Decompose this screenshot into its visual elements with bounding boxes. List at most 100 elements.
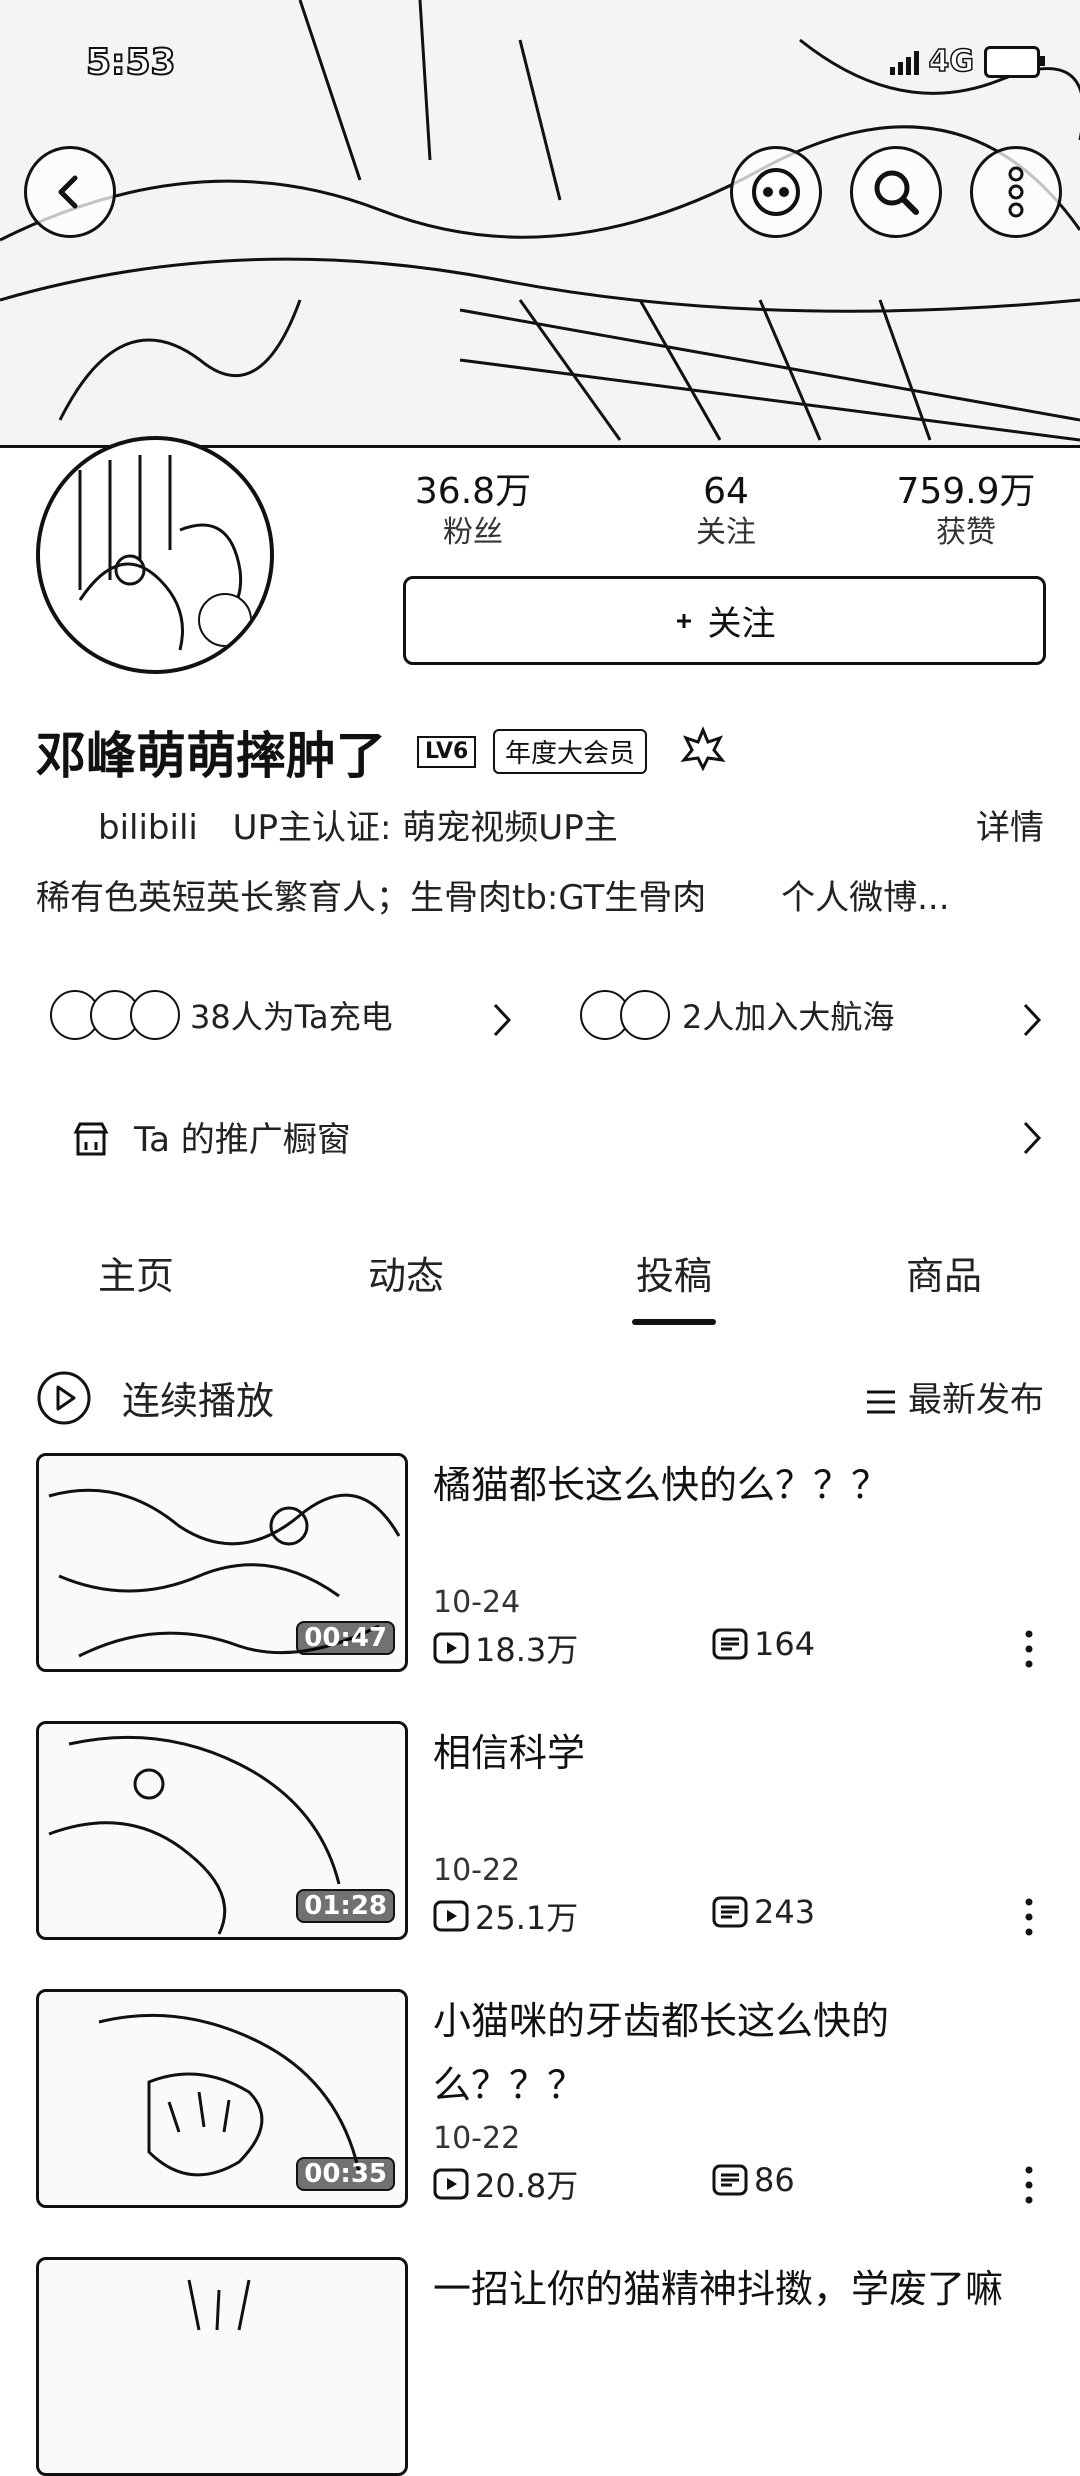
danmaku-value: 243 xyxy=(754,1893,816,1931)
play-count-value: 25.1万 xyxy=(475,1899,579,1937)
charge-text: 38人为Ta充电 xyxy=(190,998,393,1036)
fleet-avatars xyxy=(580,990,670,1040)
cert-source: bilibili xyxy=(98,808,198,848)
stat-followers[interactable]: 36.8万 粉丝 xyxy=(383,470,563,552)
stat-value: 36.8万 xyxy=(414,471,532,512)
plus-icon xyxy=(676,613,691,628)
chevron-right-icon xyxy=(1023,1003,1042,1037)
list-sort-icon xyxy=(867,1390,896,1413)
certification-row: bilibili UP主认证: 萌宠视频UP主 详情 xyxy=(36,800,1044,850)
danmaku-icon xyxy=(712,1628,748,1660)
charge-entry[interactable]: 38人为Ta充电 xyxy=(50,990,393,1040)
search-button[interactable] xyxy=(850,146,942,238)
stat-label: 获赞 xyxy=(936,515,996,550)
danmaku-value: 164 xyxy=(754,1625,816,1663)
stat-value: 64 xyxy=(703,471,749,512)
signal-icon xyxy=(889,49,919,75)
stat-likes[interactable]: 759.9万 获赞 xyxy=(876,470,1056,552)
video-item[interactable]: 00:35 小猫咪的牙齿都长这么快的么？？？ 10-22 20.8万 86 xyxy=(36,1989,1044,2208)
video-danmaku-count: 243 xyxy=(712,1893,815,1931)
bio-text: 稀有色英短英长繁育人；生骨肉tb:GT生骨肉 xyxy=(36,878,707,918)
tab-goods[interactable]: 商品 xyxy=(844,1245,1044,1300)
video-thumbnail[interactable] xyxy=(36,2257,408,2476)
tab-uploads[interactable]: 投稿 xyxy=(574,1245,774,1300)
status-bar-right: 4G xyxy=(889,43,1045,80)
video-date: 10-22 xyxy=(433,2121,521,2156)
follow-button[interactable]: 关注 xyxy=(403,576,1046,665)
danmaku-icon xyxy=(712,1896,748,1928)
status-time: 5:53 xyxy=(85,41,177,84)
level-badge: LV6 xyxy=(417,736,477,768)
video-title[interactable]: 一招让你的猫精神抖擞，学废了嘛 xyxy=(433,2257,1080,2321)
video-date: 10-22 xyxy=(433,1853,521,1888)
video-title[interactable]: 小猫咪的牙齿都长这么快的么？？？ xyxy=(433,1989,1033,2117)
fleet-entry[interactable]: 2人加入大航海 xyxy=(580,990,894,1040)
certification: bilibili UP主认证: 萌宠视频UP主 xyxy=(36,800,618,849)
network-type: 4G xyxy=(928,43,975,80)
search-icon xyxy=(874,170,919,215)
shop-icon xyxy=(73,1122,109,1156)
support-row: 38人为Ta充电 2人加入大航海 xyxy=(36,990,1044,1050)
video-thumbnail[interactable]: 00:47 xyxy=(36,1453,408,1672)
detail-link[interactable]: 详情 xyxy=(976,800,1044,849)
battery-icon xyxy=(984,45,1045,78)
play-count-icon xyxy=(433,2168,469,2200)
tab-home[interactable]: 主页 xyxy=(36,1245,236,1300)
medal-icon[interactable] xyxy=(680,726,726,772)
stat-label: 关注 xyxy=(696,515,756,550)
profile-banner: 5:53 4G xyxy=(0,0,1080,448)
more-vertical-icon[interactable] xyxy=(1024,2165,1034,2205)
video-item[interactable]: 一招让你的猫精神抖擞，学废了嘛 xyxy=(36,2257,1044,2476)
danmaku-icon xyxy=(712,2164,748,2196)
fleet-text: 2人加入大航海 xyxy=(682,998,895,1036)
chevron-right-icon xyxy=(493,1003,512,1037)
avatar-image xyxy=(78,455,252,651)
face-button[interactable] xyxy=(730,146,822,238)
video-danmaku-count: 164 xyxy=(712,1625,815,1663)
play-count-icon xyxy=(433,1632,469,1664)
video-play-count: 20.8万 xyxy=(433,2161,578,2207)
avatar[interactable] xyxy=(36,436,274,674)
active-tab-indicator xyxy=(632,1319,716,1325)
follow-label: 关注 xyxy=(707,604,776,644)
sort-dropdown[interactable]: 最新发布 xyxy=(865,1372,1044,1421)
play-circle-icon[interactable] xyxy=(36,1370,92,1426)
bio: 稀有色英短英长繁育人；生骨肉tb:GT生骨肉 个人微博... xyxy=(36,870,950,919)
bilibili-face-icon xyxy=(752,168,800,216)
video-duration: 00:35 xyxy=(296,2157,395,2191)
thumbnail-image xyxy=(187,2279,251,2331)
video-thumbnail[interactable]: 01:28 xyxy=(36,1721,408,1940)
chevron-left-icon xyxy=(58,175,78,209)
video-item[interactable]: 01:28 相信科学 10-22 25.1万 243 xyxy=(36,1721,1044,1940)
more-vertical-icon[interactable] xyxy=(1024,1897,1034,1937)
more-button[interactable] xyxy=(970,146,1062,238)
sort-label: 最新发布 xyxy=(908,1380,1044,1420)
video-thumbnail[interactable]: 00:35 xyxy=(36,1989,408,2208)
cert-text: UP主认证: 萌宠视频UP主 xyxy=(232,808,618,848)
back-button[interactable] xyxy=(24,146,116,238)
video-danmaku-count: 86 xyxy=(712,2161,795,2199)
video-item[interactable]: 00:47 橘猫都长这么快的么？？？ 10-24 18.3万 164 xyxy=(36,1453,1044,1672)
stat-label: 粉丝 xyxy=(443,515,503,550)
video-play-count: 18.3万 xyxy=(433,1625,578,1671)
play-count-icon xyxy=(433,1900,469,1932)
video-duration: 00:47 xyxy=(296,1621,395,1655)
vip-badge[interactable]: 年度大会员 xyxy=(493,729,648,774)
play-count-value: 18.3万 xyxy=(475,1631,579,1669)
weibo-link[interactable]: 个人微博... xyxy=(781,878,949,918)
stat-value: 759.9万 xyxy=(896,471,1036,512)
more-vertical-icon[interactable] xyxy=(1024,1629,1034,1669)
video-title[interactable]: 橘猫都长这么快的么？？？ xyxy=(433,1453,1033,1517)
tab-dynamic[interactable]: 动态 xyxy=(306,1245,506,1300)
chevron-right-icon xyxy=(1023,1121,1042,1155)
video-play-count: 25.1万 xyxy=(433,1893,578,1939)
play-all-row: 连续播放 最新发布 xyxy=(36,1370,1044,1426)
video-title[interactable]: 相信科学 xyxy=(433,1721,1033,1785)
play-all-button[interactable]: 连续播放 xyxy=(122,1370,274,1425)
stat-following[interactable]: 64 关注 xyxy=(636,470,816,552)
showcase-row[interactable]: Ta 的推广橱窗 xyxy=(36,1110,1044,1166)
video-date: 10-24 xyxy=(433,1585,521,1620)
video-duration: 01:28 xyxy=(296,1889,395,1923)
more-vertical-icon xyxy=(1008,166,1024,218)
charge-avatars xyxy=(50,990,180,1040)
